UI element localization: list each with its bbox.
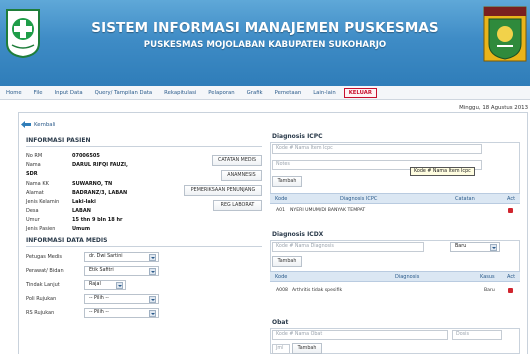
- poli-rujukan-select[interactable]: -- Pilih --: [84, 294, 159, 304]
- icpc-col-act: Act: [507, 196, 516, 202]
- delete-icon[interactable]: [508, 208, 513, 213]
- label-jenis-kelamin: Jenis Kelamin: [26, 199, 60, 205]
- chevron-down-icon: [116, 282, 123, 289]
- petugas-medis-select[interactable]: dr. Dwi Sartini: [84, 252, 159, 262]
- chevron-down-icon: [149, 296, 156, 303]
- anamnesis-button[interactable]: ANAMNESIS: [221, 170, 262, 181]
- menu-pemetaan[interactable]: Pemetaan: [269, 90, 308, 96]
- icpc-row-diagnosis: NYERI UMUM/DI BANYAK TEMPAT: [290, 208, 366, 213]
- back-arrow-icon: [21, 121, 31, 128]
- rs-rujukan-select[interactable]: -- Pilih --: [84, 308, 159, 318]
- main-menu: Home File Input Data Query/ Tampilan Dat…: [0, 86, 530, 100]
- petugas-medis-value: dr. Dwi Sartini: [89, 254, 123, 259]
- delete-icon[interactable]: [508, 288, 513, 293]
- icdx-row-kasus: Baru: [484, 288, 495, 293]
- patient-section-divider: [26, 146, 262, 147]
- icdx-row-diagnosis: Arthritis tidak spesifik: [292, 288, 343, 293]
- menu-pelaporan[interactable]: Pelaporan: [202, 90, 240, 96]
- icdx-case-select[interactable]: Baru: [450, 242, 500, 252]
- menu-file[interactable]: File: [28, 90, 49, 96]
- menu-home[interactable]: Home: [0, 90, 28, 96]
- app-title: SISTEM INFORMASI MANAJEMEN PUSKESMAS: [91, 20, 439, 36]
- value-no-rm: 07006505: [72, 153, 100, 159]
- medis-section-divider: [26, 246, 262, 247]
- value-umur: 15 thn 9 bln 18 hr: [72, 217, 123, 223]
- obat-qty-input[interactable]: Jml: [272, 344, 290, 354]
- back-button[interactable]: Kembali: [21, 121, 56, 128]
- label-poli-rujukan: Poli Rujukan: [26, 296, 57, 302]
- menu-lain-lain[interactable]: Lain-lain: [307, 90, 341, 96]
- chevron-down-icon: [149, 268, 156, 275]
- menu-rekapitulasi[interactable]: Rekapitulasi: [158, 90, 202, 96]
- label-no-rm: No RM: [26, 153, 43, 159]
- icdx-search-input[interactable]: Kode # Nama Diagnosis: [272, 242, 424, 252]
- value-jenis-pasien: Umum: [72, 226, 91, 232]
- poli-rujukan-value: -- Pilih --: [89, 296, 109, 301]
- icdx-col-kode: Kode: [275, 274, 288, 280]
- label-alamat: Alamat: [26, 190, 44, 196]
- app-header: SISTEM INFORMASI MANAJEMEN PUSKESMAS PUS…: [0, 0, 530, 86]
- rs-rujukan-value: -- Pilih --: [89, 310, 109, 315]
- patient-section-title: INFORMASI PASIEN: [26, 137, 91, 144]
- icdx-col-kasus: Kasus: [480, 274, 495, 280]
- perawat-bidan-select[interactable]: Etik Safitri: [84, 266, 159, 276]
- label-perawat-bidan: Perawat/ Bidan: [26, 268, 64, 274]
- chevron-down-icon: [490, 244, 497, 251]
- icdx-col-diagnosis: Diagnosis: [395, 274, 420, 280]
- label-umur: Umur: [26, 217, 40, 223]
- value-desa: LABAN: [72, 208, 91, 214]
- menu-query-tampilan-data[interactable]: Query/ Tampilan Data: [89, 90, 159, 96]
- current-date: Minggu, 18 Agustus 2013: [459, 105, 528, 111]
- icpc-search-input[interactable]: Kode # Nama Item Icpc: [272, 144, 482, 154]
- icdx-col-act: Act: [507, 274, 516, 280]
- medis-section-title: INFORMASI DATA MEDIS: [26, 237, 108, 244]
- obat-title: Obat: [272, 319, 289, 326]
- icpc-col-kode: Kode: [275, 196, 288, 202]
- chevron-down-icon: [149, 310, 156, 317]
- icpc-row-kode: A01: [276, 208, 285, 213]
- icpc-col-catatan: Catatan: [455, 196, 475, 202]
- label-desa: Desa: [26, 208, 39, 214]
- chevron-down-icon: [149, 254, 156, 261]
- logout-button[interactable]: KELUAR: [343, 87, 377, 98]
- perawat-bidan-value: Etik Safitri: [89, 268, 114, 273]
- label-nama-kk: Nama KK: [26, 181, 49, 187]
- value-nama-kk: SUWARNO, TN: [72, 181, 113, 187]
- icpc-title: Diagnosis ICPC: [272, 133, 323, 140]
- icdx-add-button[interactable]: Tambah: [272, 256, 302, 267]
- back-label: Kembali: [34, 121, 56, 128]
- icdx-row-kode: A008: [276, 288, 288, 293]
- pemeriksaan-penunjang-button[interactable]: PEMERIKSAAN PENUNJANG: [184, 185, 262, 196]
- icdx-case-value: Baru: [455, 244, 467, 249]
- value-nama: DARUL RIFQI FAUZI,: [72, 162, 128, 168]
- reg-laborat-button[interactable]: REG LABORAT: [213, 200, 262, 211]
- menu-grafik[interactable]: Grafik: [241, 90, 269, 96]
- icpc-tooltip: Kode # Nama Item Icpc: [410, 167, 475, 176]
- icdx-title: Diagnosis ICDX: [272, 231, 324, 238]
- value-title-sdr: SDR: [26, 171, 38, 177]
- app-subtitle: PUSKESMAS MOJOLABAN KABUPATEN SUKOHARJO: [143, 40, 387, 50]
- icpc-table-header: Kode Diagnosis ICPC Catatan Act: [270, 193, 520, 204]
- value-jenis-kelamin: Laki-laki: [72, 199, 96, 205]
- menu-input-data[interactable]: Input Data: [49, 90, 89, 96]
- obat-dose-input[interactable]: Dosis: [452, 330, 502, 340]
- icpc-add-button[interactable]: Tambah: [272, 176, 302, 187]
- tindak-lanjut-value: Rajal: [89, 282, 101, 287]
- label-petugas-medis: Petugas Medis: [26, 254, 63, 260]
- tindak-lanjut-select[interactable]: Rajal: [84, 280, 126, 290]
- catatan-medis-button[interactable]: CATATAN MEDIS: [212, 155, 262, 166]
- label-nama: Nama: [26, 162, 41, 168]
- obat-add-button[interactable]: Tambah: [292, 343, 322, 354]
- obat-search-input[interactable]: Kode # Nama Obat: [272, 330, 448, 340]
- kabupaten-sukoharjo-emblem: [483, 6, 527, 62]
- value-alamat: BADRANZ/3, LABAN: [72, 190, 128, 196]
- label-jenis-pasien: Jenis Pasien: [26, 226, 56, 232]
- icdx-table-header: Kode Diagnosis Kasus Act: [270, 271, 520, 282]
- label-rs-rujukan: RS Rujukan: [26, 310, 55, 316]
- icpc-col-diagnosis: Diagnosis ICPC: [340, 196, 378, 202]
- label-tindak-lanjut: Tindak Lanjut: [26, 282, 60, 288]
